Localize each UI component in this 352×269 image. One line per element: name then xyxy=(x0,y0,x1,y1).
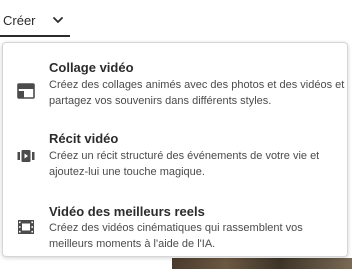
menu-item-description-line: meilleurs moments à l'aide de l'IA. xyxy=(49,238,216,250)
video-collage-icon xyxy=(17,82,35,100)
menu-item-title: Vidéo des meilleurs reels xyxy=(49,204,205,219)
menu-item-description: Créez des collages animés avec des photo… xyxy=(49,77,349,109)
menu-item-description-line: Créez des vidéos cinématiques qui rassem… xyxy=(49,222,303,234)
menu-item-description: Créez un récit structuré des événements … xyxy=(49,148,349,180)
create-button-label: Créer xyxy=(3,13,36,28)
create-menu: Collage vidéo Créez des collages animés … xyxy=(2,42,348,257)
top-bar: Créer xyxy=(0,0,352,38)
menu-item-description: Créez des vidéos cinématiques qui rassem… xyxy=(49,220,349,252)
menu-item-video-collage[interactable]: Collage vidéo Créez des collages animés … xyxy=(3,51,347,123)
menu-item-description-line: partagez vos souvenirs dans différents s… xyxy=(49,95,272,107)
video-story-icon xyxy=(17,147,35,165)
menu-item-description-line: Créez un récit structuré des événements … xyxy=(49,150,320,162)
menu-item-description-line: Créez des collages animés avec des photo… xyxy=(49,79,345,91)
film-strip-icon xyxy=(17,218,35,236)
create-dropdown-button[interactable]: Créer xyxy=(0,0,72,36)
menu-item-title: Collage vidéo xyxy=(49,60,134,75)
menu-item-title: Récit vidéo xyxy=(49,131,119,146)
create-button-underline xyxy=(0,35,70,37)
menu-item-best-reels-video[interactable]: Vidéo des meilleurs reels Créez des vidé… xyxy=(3,195,347,267)
chevron-down-icon xyxy=(51,13,65,27)
menu-item-video-story[interactable]: Récit vidéo Créez un récit structuré des… xyxy=(3,123,347,195)
menu-item-description-line: ajoutez-lui une touche magique. xyxy=(49,166,205,178)
